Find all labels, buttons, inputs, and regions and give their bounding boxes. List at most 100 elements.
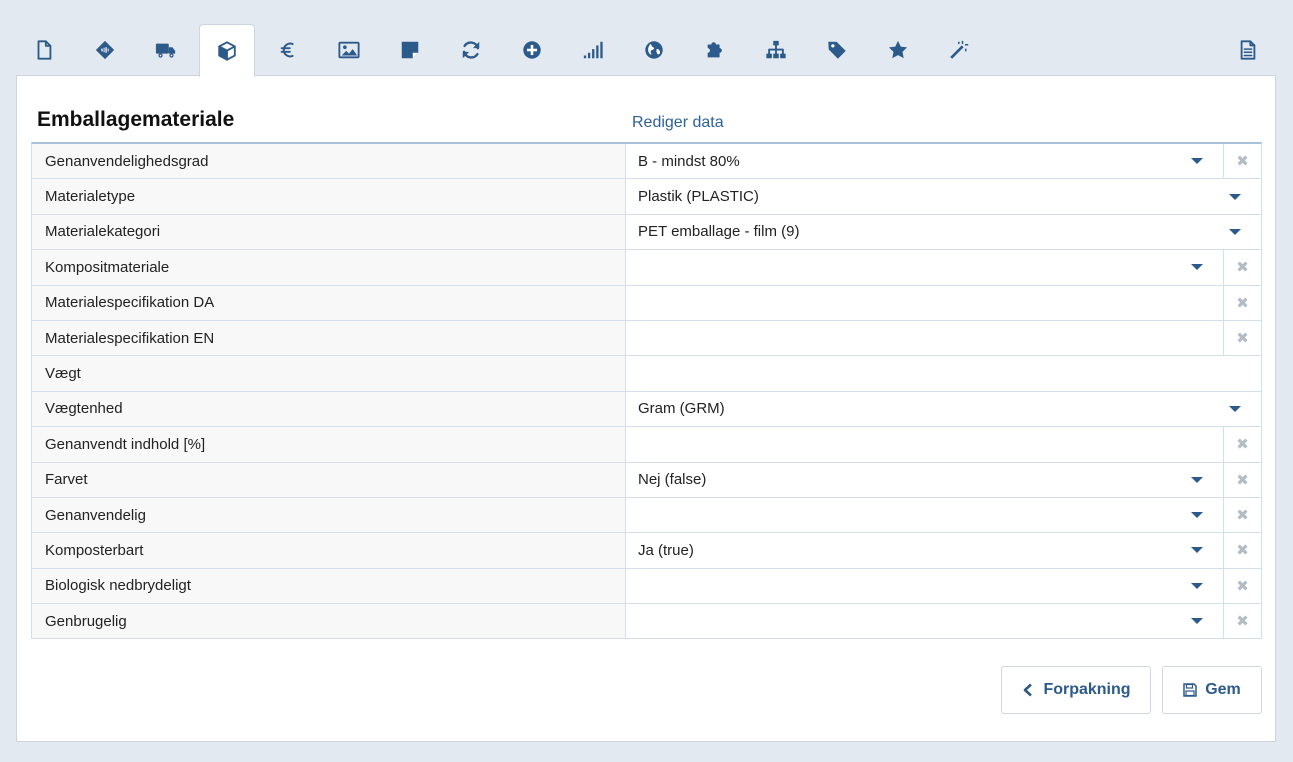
tab-prices[interactable] <box>260 24 316 76</box>
edit-data-link[interactable]: Rediger data <box>632 114 724 132</box>
clear-icon[interactable]: ✖ <box>1223 320 1261 356</box>
star-icon <box>888 40 908 59</box>
table-row: Kompositmateriale ✖ <box>32 250 1261 286</box>
table-row: Biologisk nedbrydeligt ✖ <box>32 568 1261 605</box>
field-value-cell: Plastik (PLASTIC) <box>626 179 1261 213</box>
field-value-cell: ✖ <box>626 320 1261 356</box>
field-label: Komposterbart <box>32 533 626 568</box>
select-field[interactable] <box>626 569 1223 603</box>
field-value-cell: ✖ <box>626 604 1261 639</box>
clear-icon[interactable]: ✖ <box>1223 285 1261 320</box>
tab-notes[interactable] <box>382 24 438 76</box>
caret-down-icon <box>1229 193 1241 200</box>
tab-statistics[interactable] <box>565 24 621 76</box>
content-panel: Emballagemateriale Rediger data Genanven… <box>16 75 1276 742</box>
select-field[interactable] <box>626 604 1223 638</box>
field-value: Nej (false) <box>638 471 707 489</box>
select-field[interactable]: B - mindst 80% <box>626 144 1223 178</box>
globe-icon <box>645 41 663 59</box>
caret-down-icon <box>1191 158 1203 165</box>
tab-document[interactable] <box>16 24 72 76</box>
caret-down-icon <box>1229 228 1241 235</box>
note-icon <box>401 41 419 59</box>
table-row: Genbrugelig ✖ <box>32 604 1261 640</box>
clear-icon[interactable]: ✖ <box>1223 462 1261 497</box>
table-row: Komposterbart Ja (true) ✖ <box>32 533 1261 569</box>
caret-down-icon <box>1191 476 1203 483</box>
clear-icon[interactable]: ✖ <box>1223 604 1261 639</box>
box-icon <box>218 41 236 61</box>
field-label: Genbrugelig <box>32 604 626 639</box>
tab-additional[interactable] <box>504 24 560 76</box>
barcode-tag-icon <box>95 40 115 60</box>
signal-icon <box>583 41 603 59</box>
clear-icon[interactable]: ✖ <box>1223 427 1261 462</box>
tab-components[interactable] <box>687 24 743 76</box>
tab-markets[interactable] <box>626 24 682 76</box>
file-text-icon <box>1240 40 1256 60</box>
table-row: Materialespecifikation DA ✖ <box>32 285 1261 321</box>
field-value-cell: ✖ <box>626 427 1261 462</box>
field-value: Gram (GRM) <box>638 400 725 418</box>
caret-down-icon <box>1191 264 1203 271</box>
save-button[interactable]: Gem <box>1162 666 1262 714</box>
select-field[interactable]: PET emballage - film (9) <box>626 215 1261 249</box>
text-input[interactable] <box>626 356 1261 390</box>
table-row: Genanvendelig ✖ <box>32 497 1261 534</box>
tab-tags[interactable] <box>809 24 865 76</box>
tab-barcode[interactable] <box>77 24 133 76</box>
field-value: PET emballage - film (9) <box>638 223 800 241</box>
select-field[interactable] <box>626 498 1223 532</box>
back-button[interactable]: Forpakning <box>1001 666 1151 714</box>
field-value-cell: Ja (true) ✖ <box>626 533 1261 568</box>
field-label: Farvet <box>32 462 626 497</box>
field-value-cell: Gram (GRM) <box>626 392 1261 426</box>
tab-hierarchy[interactable] <box>748 24 804 76</box>
truck-icon <box>155 43 176 58</box>
tab-report[interactable] <box>1220 24 1276 76</box>
field-label: Kompositmateriale <box>32 250 626 285</box>
table-row: Vægtenhed Gram (GRM) <box>32 391 1261 428</box>
floppy-disk-icon <box>1183 683 1197 697</box>
clear-icon[interactable]: ✖ <box>1223 250 1261 285</box>
text-input[interactable] <box>626 286 1223 320</box>
clear-icon[interactable]: ✖ <box>1223 144 1261 179</box>
field-value-cell: PET emballage - film (9) <box>626 215 1261 249</box>
field-value-cell: ✖ <box>626 568 1261 604</box>
field-label: Biologisk nedbrydeligt <box>32 568 626 604</box>
clear-icon[interactable]: ✖ <box>1223 533 1261 568</box>
tab-images[interactable] <box>321 24 377 76</box>
field-label: Genanvendt indhold [%] <box>32 427 626 462</box>
table-row: Farvet Nej (false) ✖ <box>32 462 1261 498</box>
select-field[interactable]: Nej (false) <box>626 463 1223 497</box>
field-label: Materialespecifikation DA <box>32 285 626 320</box>
tab-wizard[interactable] <box>931 24 987 76</box>
table-row: Materialetype Plastik (PLASTIC) <box>32 179 1261 215</box>
magic-wand-icon <box>950 40 969 59</box>
field-label: Genanvendelig <box>32 497 626 533</box>
text-input[interactable] <box>626 321 1223 355</box>
table-row: Genanvendelighedsgrad B - mindst 80% ✖ <box>32 144 1261 180</box>
select-field[interactable]: Plastik (PLASTIC) <box>626 179 1261 213</box>
refresh-icon <box>462 41 480 59</box>
field-value-cell <box>626 356 1261 390</box>
back-button-label: Forpakning <box>1043 681 1131 698</box>
text-input[interactable] <box>626 427 1223 461</box>
field-value-cell: Nej (false) ✖ <box>626 462 1261 497</box>
tab-packaging[interactable] <box>199 24 255 77</box>
table-row: Vægt <box>32 356 1261 392</box>
field-label: Genanvendelighedsgrad <box>32 144 626 179</box>
select-field[interactable]: Gram (GRM) <box>626 392 1261 426</box>
tab-sync[interactable] <box>443 24 499 76</box>
clear-icon[interactable]: ✖ <box>1223 497 1261 533</box>
sitemap-icon <box>766 40 786 59</box>
select-field[interactable] <box>626 250 1223 284</box>
field-label: Vægt <box>32 356 626 391</box>
tab-logistics[interactable] <box>138 24 194 76</box>
table-row: Genanvendt indhold [%] ✖ <box>32 427 1261 463</box>
caret-down-icon <box>1191 547 1203 554</box>
field-value: Ja (true) <box>638 541 694 559</box>
tab-favorites[interactable] <box>870 24 926 76</box>
select-field[interactable]: Ja (true) <box>626 533 1223 567</box>
clear-icon[interactable]: ✖ <box>1223 568 1261 604</box>
